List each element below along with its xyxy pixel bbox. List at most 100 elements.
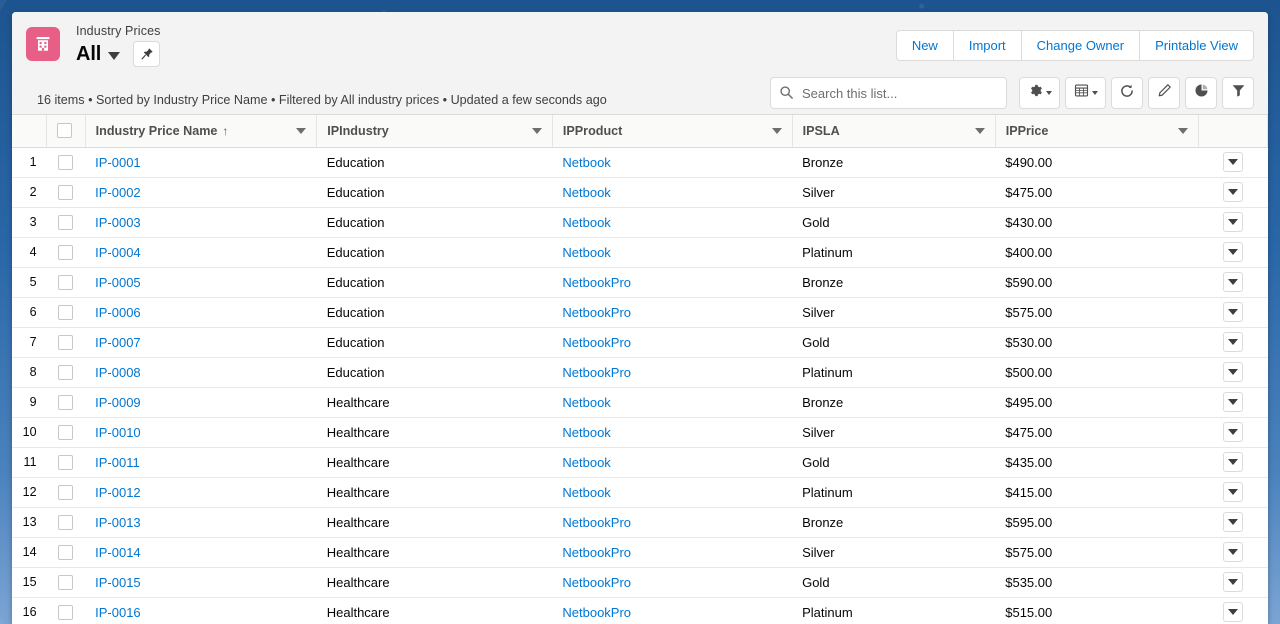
- row-actions-button[interactable]: [1222, 452, 1243, 472]
- new-button[interactable]: New: [895, 30, 954, 61]
- row-actions-cell[interactable]: [1198, 387, 1268, 418]
- row-actions-button[interactable]: [1222, 302, 1243, 322]
- table-row[interactable]: 14 IP-0014 Healthcare NetbookPro Silver $575.…: [12, 537, 1268, 568]
- row-checkbox[interactable]: [58, 215, 74, 231]
- row-select-cell[interactable]: [46, 507, 86, 538]
- product-link[interactable]: NetbookPro: [562, 545, 631, 560]
- list-view-controls-button[interactable]: [1019, 77, 1060, 109]
- row-select-cell[interactable]: [46, 147, 86, 178]
- chevron-down-icon[interactable]: [771, 127, 782, 134]
- product-link[interactable]: Netbook: [562, 395, 610, 410]
- table-row[interactable]: 15 IP-0015 Healthcare NetbookPro Gold $535.00: [12, 567, 1268, 598]
- row-actions-button[interactable]: [1222, 362, 1243, 382]
- product-link[interactable]: Netbook: [562, 155, 610, 170]
- record-link[interactable]: IP-0016: [95, 605, 141, 620]
- table-row[interactable]: 16 IP-0016 Healthcare NetbookPro Platinum $51…: [12, 597, 1268, 624]
- display-as-button[interactable]: [1065, 77, 1106, 109]
- row-select-cell[interactable]: [46, 267, 86, 298]
- row-actions-button[interactable]: [1222, 392, 1243, 412]
- row-actions-cell[interactable]: [1198, 447, 1268, 478]
- row-actions-cell[interactable]: [1198, 147, 1268, 178]
- row-actions-button[interactable]: [1222, 422, 1243, 442]
- record-link[interactable]: IP-0006: [95, 305, 141, 320]
- row-checkbox[interactable]: [58, 245, 74, 261]
- row-checkbox[interactable]: [58, 455, 74, 471]
- record-link[interactable]: IP-0002: [95, 185, 141, 200]
- edit-list-button[interactable]: [1148, 77, 1180, 109]
- chevron-down-icon[interactable]: [1092, 91, 1098, 95]
- search-input[interactable]: [770, 77, 1007, 109]
- refresh-button[interactable]: [1111, 77, 1143, 109]
- filters-button[interactable]: [1222, 77, 1254, 109]
- record-link[interactable]: IP-0011: [95, 455, 140, 470]
- record-link[interactable]: IP-0014: [95, 545, 141, 560]
- table-row[interactable]: 4 IP-0004 Education Netbook Platinum $400.00: [12, 237, 1268, 268]
- product-link[interactable]: Netbook: [562, 425, 610, 440]
- table-row[interactable]: 1 IP-0001 Education Netbook Bronze $490.00: [12, 147, 1268, 178]
- row-checkbox[interactable]: [58, 545, 74, 561]
- row-actions-cell[interactable]: [1198, 477, 1268, 508]
- record-link[interactable]: IP-0001: [95, 155, 141, 170]
- row-actions-cell[interactable]: [1198, 597, 1268, 624]
- table-row[interactable]: 10 IP-0010 Healthcare Netbook Silver $475.00: [12, 417, 1268, 448]
- table-row[interactable]: 5 IP-0005 Education NetbookPro Bronze $590.00: [12, 267, 1268, 298]
- column-header-ipproduct[interactable]: IPProduct: [552, 115, 793, 148]
- printable-view-button[interactable]: Printable View: [1139, 30, 1254, 61]
- row-actions-cell[interactable]: [1198, 417, 1268, 448]
- row-checkbox[interactable]: [58, 485, 74, 501]
- product-link[interactable]: Netbook: [562, 185, 610, 200]
- row-select-cell[interactable]: [46, 387, 86, 418]
- row-checkbox[interactable]: [58, 425, 74, 441]
- row-checkbox[interactable]: [58, 155, 74, 171]
- product-link[interactable]: NetbookPro: [562, 275, 631, 290]
- row-select-cell[interactable]: [46, 597, 86, 624]
- table-row[interactable]: 6 IP-0006 Education NetbookPro Silver $575.00: [12, 297, 1268, 328]
- row-actions-button[interactable]: [1222, 572, 1243, 592]
- row-checkbox[interactable]: [58, 365, 74, 381]
- row-checkbox[interactable]: [58, 185, 74, 201]
- row-actions-cell[interactable]: [1198, 507, 1268, 538]
- row-select-cell[interactable]: [46, 537, 86, 568]
- chevron-down-icon[interactable]: [108, 51, 121, 60]
- table-row[interactable]: 9 IP-0009 Healthcare Netbook Bronze $495.00: [12, 387, 1268, 418]
- product-link[interactable]: NetbookPro: [562, 515, 631, 530]
- row-checkbox[interactable]: [58, 335, 74, 351]
- row-checkbox[interactable]: [58, 275, 74, 291]
- row-actions-button[interactable]: [1222, 242, 1243, 262]
- row-actions-button[interactable]: [1222, 482, 1243, 502]
- select-all-header[interactable]: [46, 115, 86, 148]
- change-owner-button[interactable]: Change Owner: [1020, 30, 1141, 61]
- row-actions-button[interactable]: [1222, 272, 1243, 292]
- row-select-cell[interactable]: [46, 297, 86, 328]
- list-view-selector[interactable]: All: [76, 40, 161, 67]
- row-select-cell[interactable]: [46, 327, 86, 358]
- table-row[interactable]: 2 IP-0002 Education Netbook Silver $475.00: [12, 177, 1268, 208]
- row-actions-cell[interactable]: [1198, 567, 1268, 598]
- record-link[interactable]: IP-0005: [95, 275, 141, 290]
- row-select-cell[interactable]: [46, 207, 86, 238]
- table-row[interactable]: 13 IP-0013 Healthcare NetbookPro Bronze $595.…: [12, 507, 1268, 538]
- column-header-ipprice[interactable]: IPPrice: [995, 115, 1199, 148]
- column-header-industry-price-name[interactable]: Industry Price Name ↑: [85, 115, 318, 148]
- row-actions-cell[interactable]: [1198, 357, 1268, 388]
- chevron-down-icon[interactable]: [296, 127, 307, 134]
- row-actions-cell[interactable]: [1198, 207, 1268, 238]
- product-link[interactable]: Netbook: [562, 215, 610, 230]
- column-header-ipindustry[interactable]: IPIndustry: [316, 115, 553, 148]
- row-select-cell[interactable]: [46, 447, 86, 478]
- row-actions-cell[interactable]: [1198, 237, 1268, 268]
- record-link[interactable]: IP-0015: [95, 575, 141, 590]
- chevron-down-icon[interactable]: [1046, 91, 1052, 95]
- row-checkbox[interactable]: [58, 605, 74, 621]
- import-button[interactable]: Import: [952, 30, 1022, 61]
- product-link[interactable]: NetbookPro: [562, 575, 631, 590]
- record-link[interactable]: IP-0009: [95, 395, 141, 410]
- product-link[interactable]: Netbook: [562, 485, 610, 500]
- column-header-ipsla[interactable]: IPSLA: [792, 115, 996, 148]
- product-link[interactable]: Netbook: [562, 455, 610, 470]
- row-actions-button[interactable]: [1222, 602, 1243, 622]
- row-actions-button[interactable]: [1222, 182, 1243, 202]
- record-link[interactable]: IP-0004: [95, 245, 141, 260]
- row-checkbox[interactable]: [58, 395, 74, 411]
- row-actions-button[interactable]: [1222, 542, 1243, 562]
